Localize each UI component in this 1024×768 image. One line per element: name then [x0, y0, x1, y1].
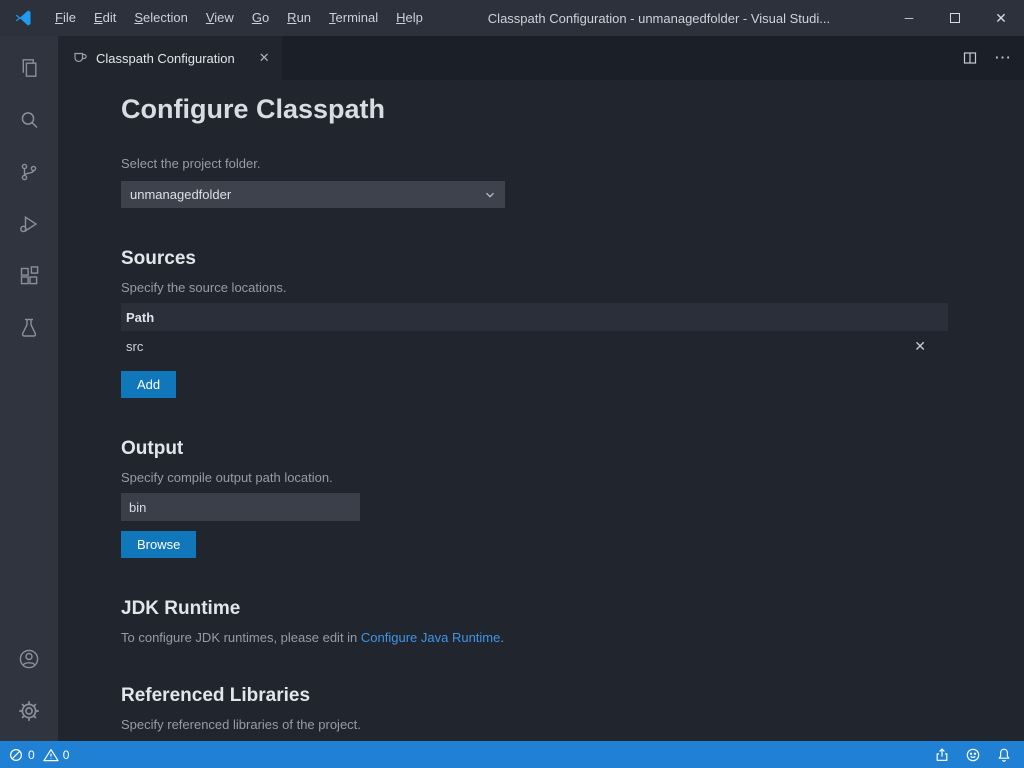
warning-icon — [43, 747, 59, 763]
split-editor-icon — [962, 50, 978, 66]
maximize-icon — [950, 13, 960, 23]
activity-search[interactable] — [0, 94, 58, 146]
close-window-button[interactable]: ✕ — [978, 0, 1024, 36]
jdk-text-after: . — [500, 630, 504, 645]
output-heading: Output — [121, 438, 948, 460]
project-folder-label: Select the project folder. — [121, 156, 948, 171]
source-control-icon — [17, 160, 41, 184]
activity-settings[interactable] — [0, 685, 58, 737]
selected-project: unmanagedfolder — [130, 187, 231, 202]
editor-actions: ⋯ — [962, 36, 1012, 80]
window-title: Classpath Configuration - unmanagedfolde… — [432, 11, 886, 26]
menu-item-terminal[interactable]: Terminal — [320, 0, 387, 36]
activity-bar — [0, 36, 58, 741]
status-bar: 0 0 — [0, 741, 1024, 768]
output-description: Specify compile output path location. — [121, 470, 948, 485]
share-button[interactable] — [934, 747, 950, 763]
minimize-icon: ─ — [905, 11, 914, 25]
tab-close-button[interactable]: ✕ — [259, 50, 270, 66]
window-controls: ─ ✕ — [886, 0, 1024, 36]
extensions-icon — [17, 264, 41, 288]
titlebar: File Edit Selection View Go Run Terminal… — [0, 0, 1024, 36]
problems-status[interactable]: 0 0 — [8, 747, 69, 763]
menu-item-go[interactable]: Go — [243, 0, 278, 36]
add-source-button[interactable]: Add — [121, 371, 176, 398]
close-icon: ✕ — [995, 10, 1007, 27]
menu-item-selection[interactable]: Selection — [125, 0, 196, 36]
referenced-libraries-description: Specify referenced libraries of the proj… — [121, 717, 948, 732]
editor-region: Classpath Configuration ✕ ⋯ Configure Cl… — [58, 36, 1024, 741]
menu-item-edit[interactable]: Edit — [85, 0, 125, 36]
warning-count: 0 — [63, 748, 70, 762]
run-debug-icon — [17, 212, 41, 236]
beaker-icon — [17, 316, 41, 340]
files-icon — [17, 56, 41, 80]
jdk-text-before: To configure JDK runtimes, please edit i… — [121, 630, 361, 645]
menubar: File Edit Selection View Go Run Terminal… — [46, 0, 432, 36]
classpath-tab-icon — [72, 50, 88, 66]
sources-description: Specify the source locations. — [121, 280, 948, 295]
sources-table: Path src ✕ — [121, 303, 948, 361]
classpath-configuration-page: Configure Classpath Select the project f… — [58, 80, 1024, 741]
menu-item-view[interactable]: View — [197, 0, 243, 36]
search-icon — [17, 108, 41, 132]
activity-explorer[interactable] — [0, 42, 58, 94]
minimize-button[interactable]: ─ — [886, 0, 932, 36]
activity-extensions[interactable] — [0, 250, 58, 302]
tab-classpath-configuration[interactable]: Classpath Configuration ✕ — [58, 36, 282, 80]
path-column-header: Path — [121, 303, 948, 331]
menu-item-run[interactable]: Run — [278, 0, 320, 36]
feedback-button[interactable] — [965, 747, 981, 763]
tab-label: Classpath Configuration — [96, 51, 235, 66]
activity-account[interactable] — [0, 633, 58, 685]
bell-icon — [996, 747, 1012, 763]
settings-gear-icon — [17, 699, 41, 723]
sources-heading: Sources — [121, 248, 948, 270]
browse-button[interactable]: Browse — [121, 531, 196, 558]
feedback-icon — [965, 747, 981, 763]
error-icon — [8, 747, 24, 763]
remove-source-button[interactable]: ✕ — [914, 338, 926, 355]
tab-bar: Classpath Configuration ✕ ⋯ — [58, 36, 1024, 80]
configure-java-runtime-link[interactable]: Configure Java Runtime — [361, 630, 500, 645]
activity-testing[interactable] — [0, 302, 58, 354]
share-icon — [934, 747, 950, 763]
activity-source-control[interactable] — [0, 146, 58, 198]
maximize-button[interactable] — [932, 0, 978, 36]
split-editor-button[interactable] — [962, 50, 978, 66]
more-actions-button[interactable]: ⋯ — [994, 50, 1012, 66]
vscode-logo-icon — [0, 8, 46, 28]
source-row: src ✕ — [121, 331, 948, 361]
account-icon — [17, 647, 41, 671]
output-path-input[interactable] — [121, 493, 360, 521]
chevron-down-icon — [483, 188, 497, 202]
notifications-button[interactable] — [996, 747, 1012, 763]
source-path: src — [126, 339, 143, 354]
referenced-libraries-heading: Referenced Libraries — [121, 685, 948, 707]
jdk-text: To configure JDK runtimes, please edit i… — [121, 630, 948, 645]
vscode-window: File Edit Selection View Go Run Terminal… — [0, 0, 1024, 768]
menu-item-help[interactable]: Help — [387, 0, 432, 36]
activity-run-debug[interactable] — [0, 198, 58, 250]
project-folder-select[interactable]: unmanagedfolder — [121, 181, 505, 208]
jdk-heading: JDK Runtime — [121, 598, 948, 620]
error-count: 0 — [28, 748, 35, 762]
menu-item-file[interactable]: File — [46, 0, 85, 36]
page-title: Configure Classpath — [121, 92, 948, 126]
